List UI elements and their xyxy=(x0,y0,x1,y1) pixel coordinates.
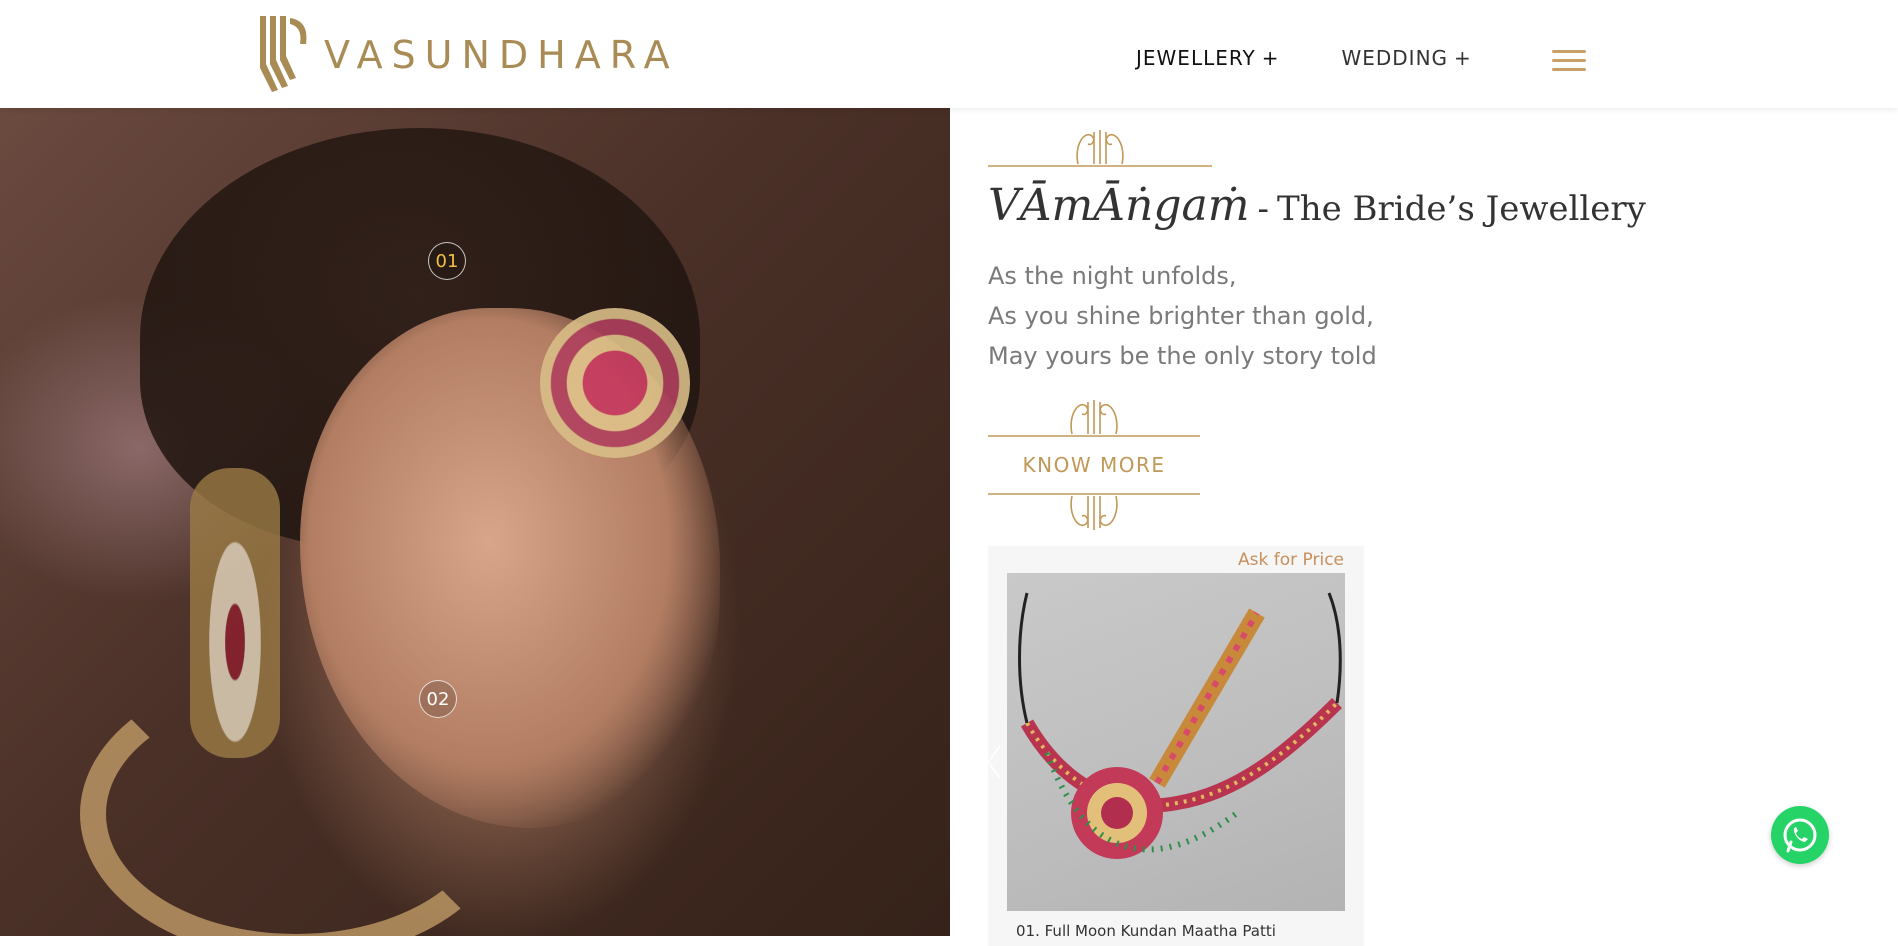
whatsapp-icon xyxy=(1783,818,1817,853)
whatsapp-button[interactable] xyxy=(1771,806,1829,864)
collection-title-separator: - xyxy=(1257,189,1270,229)
product-card[interactable]: Ask for Price 01. Full Moon Kundan Maath… xyxy=(988,546,1364,946)
site-header: VASUNDHARA JEWELLERY + WEDDING + xyxy=(0,0,1898,108)
collection-title-sub: The Bride’s Jewellery xyxy=(1277,189,1646,229)
ask-for-price-link[interactable]: Ask for Price xyxy=(1238,546,1344,574)
ornament-top-icon xyxy=(988,400,1200,437)
ornament-divider-icon xyxy=(988,130,1212,167)
hotspot-01[interactable]: 01 xyxy=(428,242,466,280)
know-more-label: KNOW MORE xyxy=(1022,453,1166,477)
necklace-illustration-icon xyxy=(1018,592,1342,859)
hamburger-line xyxy=(1552,50,1586,53)
hotspot-label: 01 xyxy=(435,250,459,272)
expand-plus-icon: + xyxy=(1454,46,1472,70)
nav-item-wedding[interactable]: WEDDING + xyxy=(1341,46,1471,70)
hero-maang-tikka-shape xyxy=(540,308,690,458)
hamburger-line xyxy=(1552,59,1586,62)
poem-line: As the night unfolds, xyxy=(988,262,1237,290)
collection-title-main: VĀmĀṅgaṁ xyxy=(988,180,1250,231)
know-more-button[interactable]: KNOW MORE xyxy=(988,398,1200,532)
hotspot-label: 02 xyxy=(426,688,450,710)
nav-item-label: JEWELLERY xyxy=(1136,46,1256,70)
main-nav: JEWELLERY + WEDDING + xyxy=(1136,46,1534,70)
brand-name: VASUNDHARA xyxy=(324,33,679,77)
collection-title: VĀmĀṅgaṁ - The Bride’s Jewellery xyxy=(988,180,1646,231)
expand-plus-icon: + xyxy=(1261,46,1280,70)
hotspot-02[interactable]: 02 xyxy=(419,680,457,718)
poem-line: May yours be the only story told xyxy=(988,342,1377,370)
vasundhara-logo-icon xyxy=(260,16,307,92)
ornament-bottom-icon xyxy=(988,493,1200,530)
nav-item-label: WEDDING xyxy=(1341,46,1449,70)
hamburger-menu-icon[interactable] xyxy=(1552,50,1586,74)
poem-line: As you shine brighter than gold, xyxy=(988,302,1374,330)
collection-poem: As the night unfolds, As you shine brigh… xyxy=(988,256,1377,376)
brand-logo[interactable]: VASUNDHARA xyxy=(256,14,679,94)
nav-item-jewellery[interactable]: JEWELLERY + xyxy=(1136,46,1279,70)
chevron-left-icon[interactable] xyxy=(984,744,1004,780)
product-name[interactable]: 01. Full Moon Kundan Maatha Patti xyxy=(1016,922,1276,940)
hamburger-line xyxy=(1552,68,1586,71)
kundan-maatha-patti-image[interactable] xyxy=(1007,573,1345,911)
bride-hero-image: 01 02 xyxy=(0,108,950,936)
